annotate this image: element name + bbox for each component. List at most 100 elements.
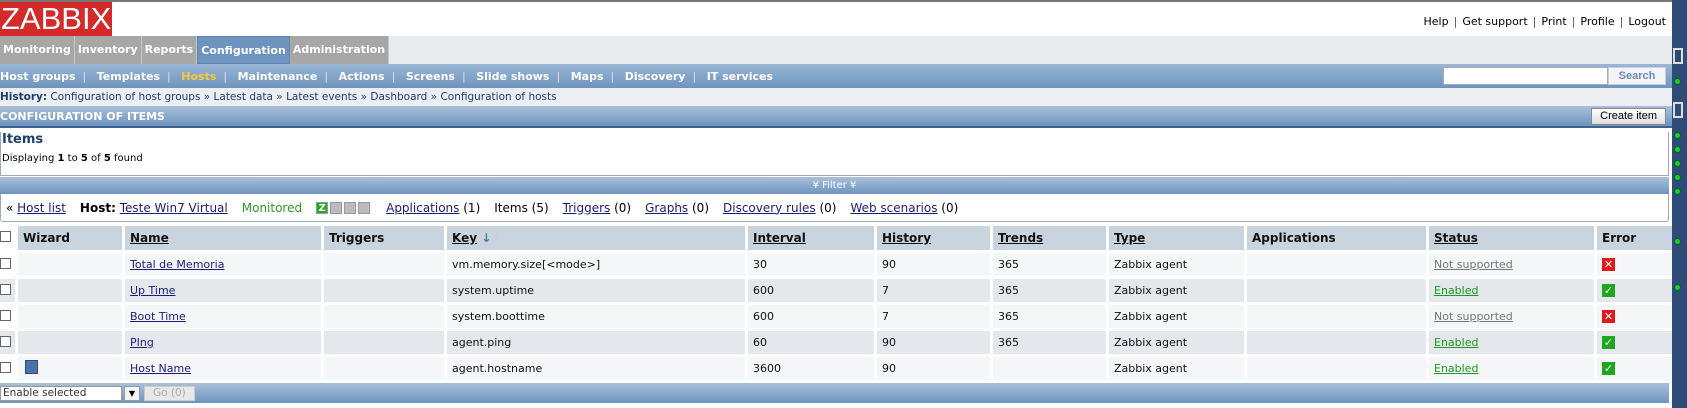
col-name[interactable]: Name <box>125 226 321 250</box>
history-link[interactable]: Configuration of hosts <box>440 91 556 103</box>
tab-inventory[interactable]: Inventory <box>74 36 142 64</box>
wizard-menu-icon[interactable] <box>25 360 38 374</box>
history-link[interactable]: Latest data <box>214 91 273 103</box>
status-toggle-link[interactable]: Enabled <box>1434 284 1478 297</box>
item-name-link[interactable]: Boot Time <box>130 310 186 323</box>
filter-toggle[interactable]: ¥ Filter ¥ <box>0 177 1669 194</box>
triggers-cell <box>324 253 444 276</box>
items-header: Items Displaying 1 to 5 of 5 found <box>0 132 1669 176</box>
trends-cell: 365 <box>993 305 1106 328</box>
host-link[interactable]: Teste Win7 Virtual <box>120 201 228 215</box>
item-name-link[interactable]: PIng <box>130 336 154 349</box>
wizard-cell <box>18 253 122 276</box>
ok-check-icon[interactable]: ✓ <box>1602 284 1615 297</box>
host-navigation-bar: « Host list Host: Teste Win7 Virtual Mon… <box>0 194 1669 222</box>
status-toggle-link[interactable]: Enabled <box>1434 336 1478 349</box>
wizard-cell <box>18 305 122 328</box>
row-checkbox[interactable] <box>0 361 11 373</box>
history-link[interactable]: Latest events <box>286 91 357 103</box>
tab-reports[interactable]: Reports <box>141 36 198 64</box>
tab-administration[interactable]: Administration <box>289 36 390 64</box>
ok-check-icon[interactable]: ✓ <box>1602 336 1615 349</box>
history-cell: 90 <box>877 331 990 354</box>
col-key[interactable]: Key ↓↑ <box>447 226 745 250</box>
table-footer: Enable selected ▼ Go (0) <box>0 383 1669 403</box>
status-dot-icon <box>1674 238 1681 245</box>
select-all-checkbox[interactable] <box>0 231 11 242</box>
submenu-screens[interactable]: Screens <box>406 70 455 83</box>
col-history[interactable]: History <box>877 226 990 250</box>
submenu-templates[interactable]: Templates <box>97 70 160 83</box>
table-row: Host Name agent.hostname 3600 90 Zabbix agen… <box>0 357 1676 380</box>
status-toggle-link[interactable]: Not supported <box>1434 258 1513 271</box>
key-cell: system.uptime <box>447 279 745 302</box>
row-checkbox[interactable] <box>0 257 11 269</box>
graphs-link[interactable]: Graphs <box>645 201 688 215</box>
table-row: Boot Time system.boottime 600 7 365 Zabbix ag… <box>0 305 1676 328</box>
status-toggle-link[interactable]: Not supported <box>1434 310 1513 323</box>
submenu-hosts[interactable]: Hosts <box>181 70 216 83</box>
logout-link[interactable]: Logout <box>1628 15 1666 28</box>
create-item-button[interactable]: Create item <box>1591 107 1666 125</box>
error-x-icon[interactable]: ✕ <box>1602 258 1615 271</box>
applications-cell <box>1247 279 1426 302</box>
status-toggle-link[interactable]: Enabled <box>1434 362 1478 375</box>
profile-link[interactable]: Profile <box>1580 15 1614 28</box>
panel-box-icon <box>1673 102 1683 118</box>
status-dot-icon <box>1674 174 1681 181</box>
key-cell: agent.ping <box>447 331 745 354</box>
ok-check-icon[interactable]: ✓ <box>1602 362 1615 375</box>
history-cell: 7 <box>877 305 990 328</box>
interval-cell: 600 <box>748 305 874 328</box>
applications-cell <box>1247 253 1426 276</box>
submenu-it-services[interactable]: IT services <box>707 70 773 83</box>
discovery-rules-link[interactable]: Discovery rules <box>723 201 816 215</box>
submenu-actions[interactable]: Actions <box>339 70 385 83</box>
print-link[interactable]: Print <box>1541 15 1566 28</box>
table-row: Up Time system.uptime 600 7 365 Zabbix agent E… <box>0 279 1676 302</box>
displaying-count: Displaying 1 to 5 of 5 found <box>2 153 143 164</box>
row-checkbox[interactable] <box>0 309 11 321</box>
col-interval[interactable]: Interval <box>748 226 874 250</box>
col-trends[interactable]: Trends <box>993 226 1106 250</box>
zabbix-logo[interactable]: ZABBIX <box>0 2 113 36</box>
triggers-cell <box>324 279 444 302</box>
tab-configuration[interactable]: Configuration <box>197 36 290 64</box>
top-links: Help | Get support | Print | Profile | Logout <box>1423 15 1666 28</box>
submenu-maintenance[interactable]: Maintenance <box>238 70 318 83</box>
search-button[interactable]: Search <box>1608 67 1666 85</box>
item-name-link[interactable]: Up Time <box>130 284 175 297</box>
chevron-down-icon[interactable]: ▼ <box>124 385 140 401</box>
submenu-maps[interactable]: Maps <box>571 70 604 83</box>
go-button[interactable]: Go (0) <box>144 385 195 401</box>
host-list-link[interactable]: Host list <box>17 201 66 215</box>
type-cell: Zabbix agent <box>1109 331 1244 354</box>
col-status[interactable]: Status <box>1429 226 1594 250</box>
history-link[interactable]: Configuration of host groups <box>50 91 200 103</box>
applications-link[interactable]: Applications <box>386 201 459 215</box>
items-count: Items (5) <box>494 200 549 215</box>
history-link[interactable]: Dashboard <box>370 91 427 103</box>
header: ZABBIX Help | Get support | Print | Profile | Lo… <box>0 2 1672 36</box>
error-x-icon[interactable]: ✕ <box>1602 310 1615 323</box>
row-checkbox[interactable] <box>0 335 11 347</box>
submenu-slide-shows[interactable]: Slide shows <box>476 70 549 83</box>
row-checkbox[interactable] <box>0 283 11 295</box>
page-title: CONFIGURATION OF ITEMS <box>0 109 165 123</box>
tab-monitoring[interactable]: Monitoring <box>0 36 75 64</box>
mass-action-select[interactable]: Enable selected <box>0 385 122 401</box>
get-support-link[interactable]: Get support <box>1462 15 1527 28</box>
item-name-link[interactable]: Total de Memoria <box>130 258 224 271</box>
wizard-cell <box>18 279 122 302</box>
table-row: PIng agent.ping 60 90 365 Zabbix agent Enabled… <box>0 331 1676 354</box>
submenu-host-groups[interactable]: Host groups <box>0 70 76 83</box>
submenu-discovery[interactable]: Discovery <box>625 70 686 83</box>
web-scenarios-link[interactable]: Web scenarios <box>850 201 937 215</box>
search-input[interactable] <box>1443 67 1608 85</box>
history-breadcrumb: History: Configuration of host groups » … <box>0 88 1672 106</box>
triggers-link[interactable]: Triggers <box>563 201 611 215</box>
col-type[interactable]: Type <box>1109 226 1244 250</box>
col-error: Error <box>1597 226 1676 250</box>
help-link[interactable]: Help <box>1424 15 1449 28</box>
item-name-link[interactable]: Host Name <box>130 362 191 375</box>
